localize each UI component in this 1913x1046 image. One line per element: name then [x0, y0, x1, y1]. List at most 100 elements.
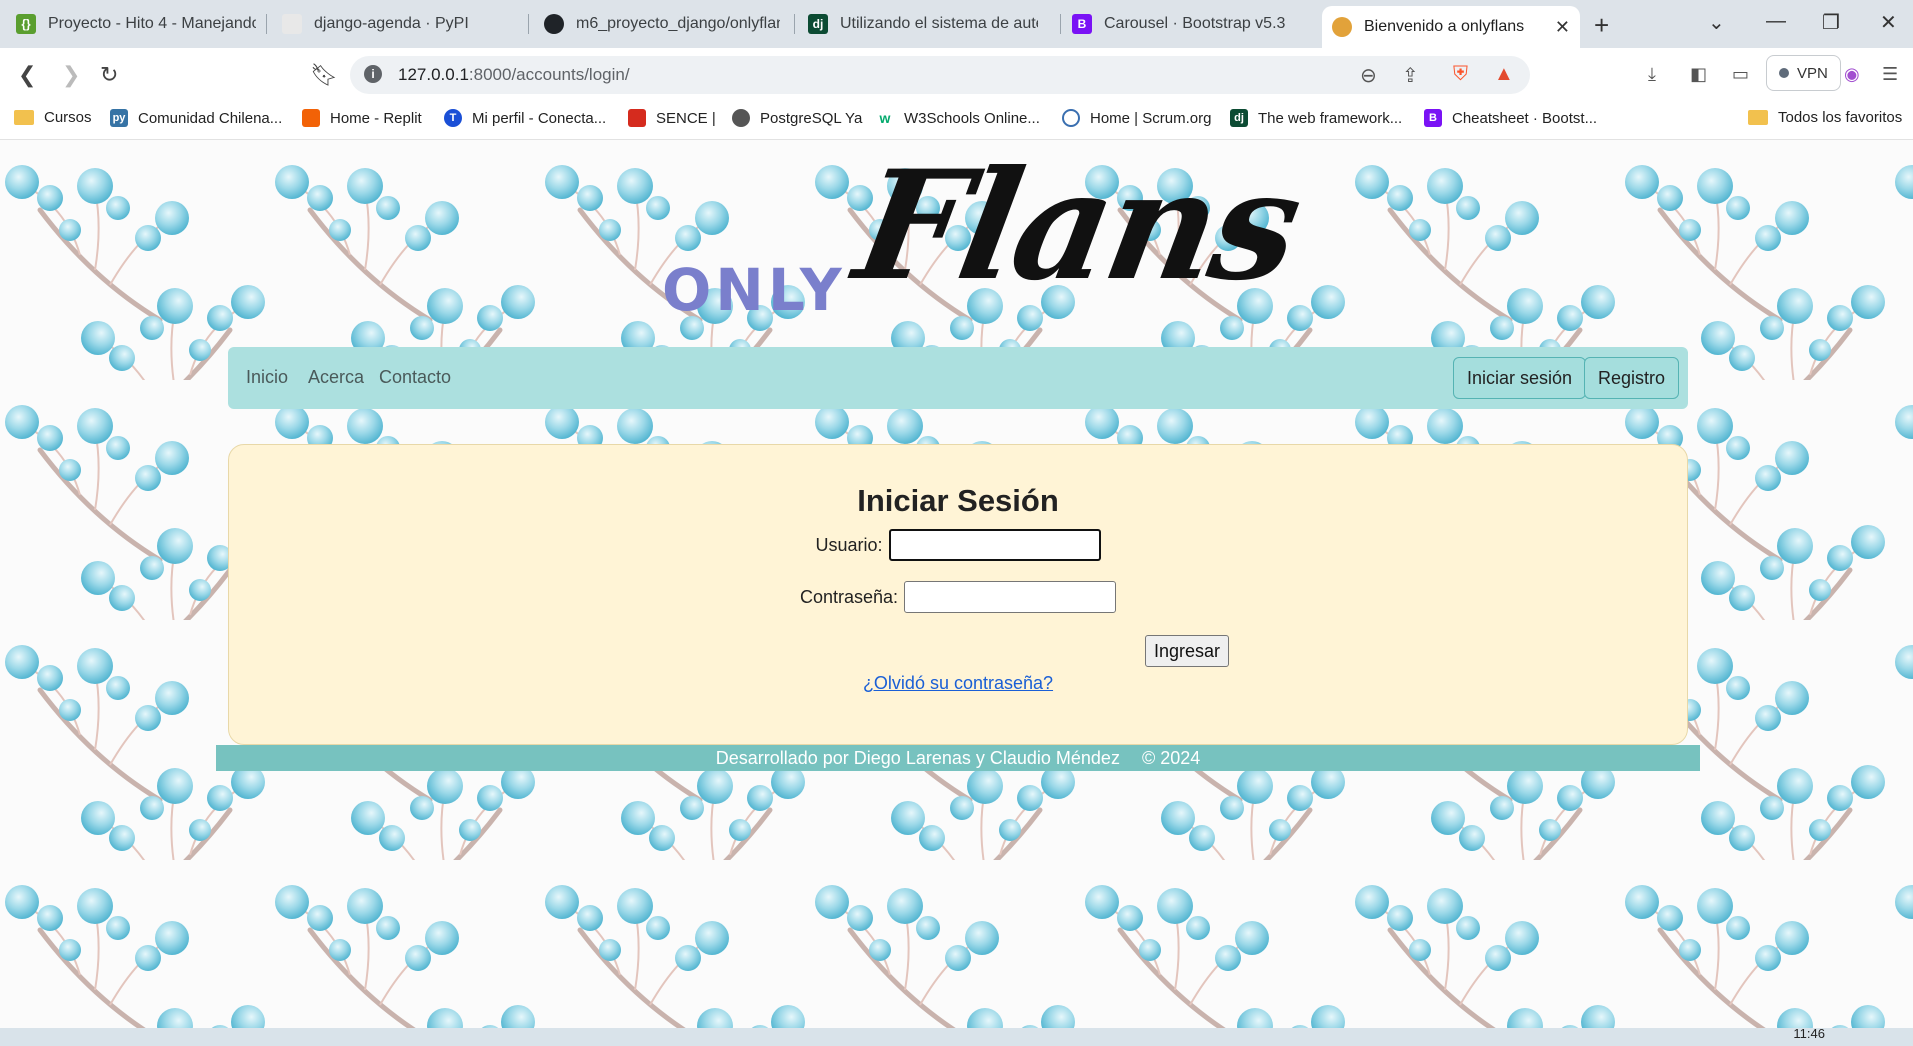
bookmarks-bar: Cursos py Comunidad Chilena... Home - Rep… — [0, 102, 1913, 140]
python-icon: py — [110, 109, 128, 127]
brave-rewards-icon[interactable]: ▲ — [1494, 63, 1514, 86]
url-host: 127.0.0.1 — [398, 65, 469, 84]
tab-separator — [1060, 14, 1061, 34]
site-logo[interactable]: ONLY Flans — [660, 140, 1310, 324]
tab-title: m6_proyecto_django/onlyflans — [576, 15, 780, 32]
url-path: :8000/accounts/login/ — [468, 65, 630, 84]
footer-copyright: © 2024 — [1141, 748, 1201, 768]
tab-proyecto[interactable]: {} Proyecto - Hito 4 - Manejando — [6, 6, 266, 42]
zoom-icon[interactable]: ⊖ — [1360, 63, 1377, 88]
brave-shield-icon[interactable]: ⛨ — [1453, 63, 1468, 86]
submit-login-button[interactable]: Ingresar — [1145, 635, 1230, 667]
tab-separator — [266, 14, 267, 34]
vpn-label: VPN — [1797, 64, 1828, 82]
nav-link-acerca[interactable]: Acerca — [308, 367, 364, 388]
leo-ai-icon[interactable]: ◉ — [1844, 64, 1860, 85]
wallet-icon[interactable]: ▭ — [1732, 64, 1749, 85]
share-icon[interactable]: ⇪ — [1402, 63, 1419, 88]
replit-icon: {} — [16, 14, 36, 34]
bookmark-scrum[interactable]: Home | Scrum.org — [1062, 109, 1211, 127]
reload-icon[interactable]: ↻ — [100, 62, 118, 88]
bookmark-label: Home - Replit — [330, 109, 422, 127]
django-icon: dj — [1230, 109, 1248, 127]
bookmark-replit[interactable]: Home - Replit — [302, 109, 422, 127]
vpn-button[interactable]: VPN — [1766, 55, 1841, 91]
back-icon[interactable]: ❮ — [18, 62, 36, 88]
close-tab-icon[interactable]: ✕ — [1545, 17, 1570, 38]
password-row: Contraseña: — [229, 581, 1687, 613]
tab-django-auth[interactable]: dj Utilizando el sistema de autent — [798, 6, 1048, 42]
bookmark-sence[interactable]: SENCE | — [628, 109, 716, 127]
vpn-status-icon — [1779, 68, 1789, 78]
bookmark-postgresql[interactable]: PostgreSQL Ya — [732, 109, 862, 127]
site-navbar: Inicio Acerca Contacto Iniciar sesión Re… — [228, 347, 1688, 409]
username-row: Usuario: — [229, 529, 1687, 561]
tab-pypi[interactable]: django-agenda · PyPI — [272, 6, 522, 42]
bookmark-label: Cheatsheet · Bootst... — [1452, 109, 1598, 127]
tab-strip: {} Proyecto - Hito 4 - Manejando django-… — [0, 0, 1913, 48]
username-input[interactable] — [888, 529, 1101, 561]
bootstrap-icon: B — [1072, 14, 1092, 34]
django-icon: dj — [808, 14, 828, 34]
tab-title: Bienvenido a onlyflans — [1364, 18, 1525, 35]
new-tab-icon[interactable]: + — [1594, 10, 1609, 41]
register-nav-button[interactable]: Registro — [1584, 357, 1680, 399]
nav-link-inicio[interactable]: Inicio — [246, 367, 288, 388]
url-text[interactable]: 127.0.0.1:8000/accounts/login/ — [398, 65, 630, 85]
os-taskbar: 11:46 — [0, 1026, 1913, 1046]
restore-icon[interactable]: ❐ — [1822, 10, 1840, 35]
bookmark-w3schools[interactable]: w W3Schools Online... — [876, 109, 1040, 127]
tab-title: Carousel · Bootstrap v5.3 — [1104, 15, 1286, 32]
tab-separator — [528, 14, 529, 34]
address-bar[interactable]: i 127.0.0.1:8000/accounts/login/ ⊖ ⇪ ⛨ ▲ — [350, 56, 1530, 94]
bookmark-label: Todos los favoritos — [1778, 109, 1903, 126]
footer-credits: Desarrollado por Diego Larenas y Claudio… — [715, 748, 1120, 768]
login-nav-button[interactable]: Iniciar sesión — [1453, 357, 1587, 399]
bookmark-label: SENCE | — [656, 109, 716, 127]
bookmark-label: Home | Scrum.org — [1090, 109, 1212, 127]
bookmark-conecta[interactable]: T Mi perfil - Conecta... — [444, 109, 606, 127]
downloads-icon[interactable]: ⤓ — [1648, 64, 1656, 85]
forward-icon[interactable]: ❯ — [62, 62, 80, 88]
logo-flans-text: Flans — [844, 140, 1310, 314]
bookmark-label: Mi perfil - Conecta... — [472, 109, 607, 127]
bookmark-comunidad[interactable]: py Comunidad Chilena... — [110, 109, 282, 127]
bookmark-cheatsheet[interactable]: B Cheatsheet · Bootst... — [1424, 109, 1597, 127]
bookmark-label: Comunidad Chilena... — [138, 109, 283, 127]
password-input[interactable] — [904, 581, 1117, 613]
bookmark-page-icon[interactable]: 🔖︎ — [310, 62, 338, 88]
site-info-icon[interactable]: i — [364, 65, 382, 83]
close-window-icon[interactable]: ✕ — [1880, 10, 1897, 35]
bookmark-django[interactable]: dj The web framework... — [1230, 109, 1402, 127]
replit-icon — [302, 109, 320, 127]
forgot-password-link-wrap: ¿Olvidó su contraseña? — [229, 673, 1687, 694]
bookmark-label: W3Schools Online... — [904, 109, 1040, 127]
bookmark-label: The web framework... — [1258, 109, 1403, 127]
login-card: Iniciar Sesión Usuario: Contraseña: Ingr… — [228, 444, 1688, 745]
tab-title: django-agenda · PyPI — [314, 15, 469, 32]
nav-link-contacto[interactable]: Contacto — [379, 367, 451, 388]
bootstrap-icon: B — [1424, 109, 1442, 127]
sidebar-icon[interactable]: ◧ — [1690, 64, 1707, 85]
browser-toolbar: ❮ ❯ ↻ 🔖︎ i 127.0.0.1:8000/accounts/login… — [0, 48, 1913, 102]
tab-bootstrap[interactable]: B Carousel · Bootstrap v5.3 — [1062, 6, 1312, 42]
tab-onlyflans[interactable]: Bienvenido a onlyflans ✕ — [1322, 6, 1580, 48]
forgot-password-link[interactable]: ¿Olvidó su contraseña? — [863, 673, 1053, 693]
minimize-icon[interactable]: — — [1766, 10, 1786, 33]
tab-separator — [794, 14, 795, 34]
menu-icon[interactable]: ☰ — [1882, 64, 1898, 85]
bookmark-all-favorites[interactable]: Todos los favoritos — [1748, 109, 1902, 126]
bookmark-label: Cursos — [44, 109, 92, 126]
tab-title: Proyecto - Hito 4 - Manejando — [48, 15, 256, 32]
logo-only-text: ONLY — [662, 256, 846, 324]
page-viewport: ONLY Flans Inicio Acerca Contacto Inicia… — [0, 140, 1913, 1028]
tab-github[interactable]: m6_proyecto_django/onlyflans — [534, 6, 790, 42]
password-label: Contraseña: — [799, 586, 899, 607]
github-icon — [544, 14, 564, 34]
site-footer: Desarrollado por Diego Larenas y Claudio… — [216, 745, 1700, 771]
bookmark-cursos[interactable]: Cursos — [14, 109, 92, 126]
login-title: Iniciar Sesión — [857, 483, 1059, 518]
tab-search-chevron-icon[interactable]: ⌄ — [1708, 10, 1725, 35]
bookmark-label: PostgreSQL Ya — [760, 109, 863, 127]
folder-icon — [14, 110, 34, 125]
